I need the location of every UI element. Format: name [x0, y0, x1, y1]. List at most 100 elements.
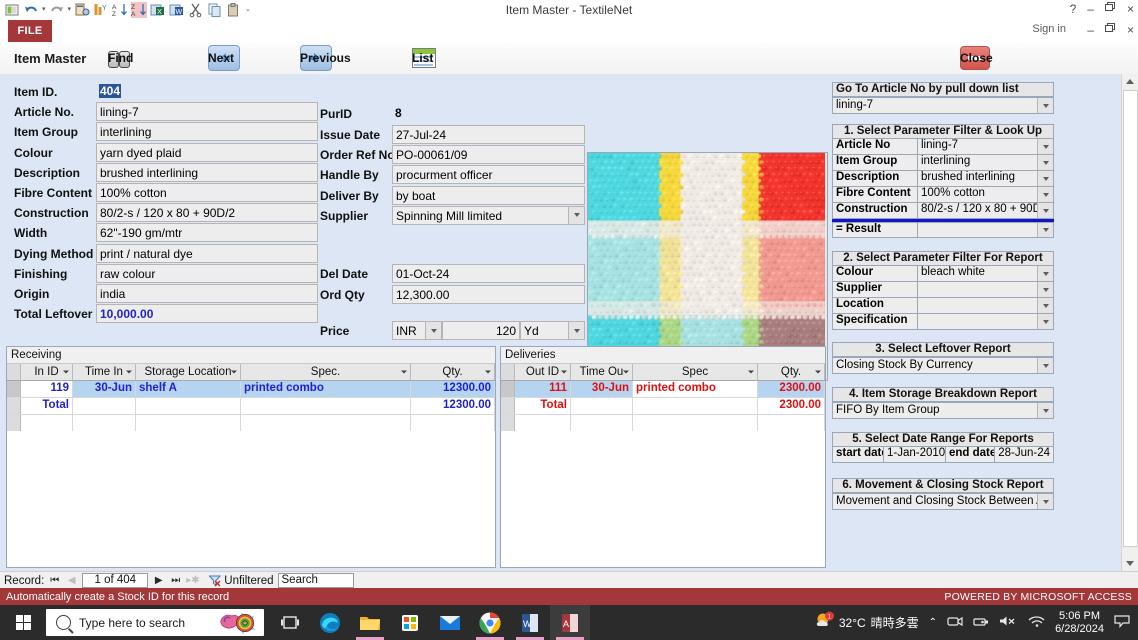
column-header-spec[interactable]: Spec: [633, 364, 758, 380]
field-del-date[interactable]: 01-Oct-24: [392, 264, 585, 283]
cell-storage-location[interactable]: shelf A: [136, 381, 241, 397]
document-close-button[interactable]: ×: [1127, 23, 1134, 37]
cortana-icon[interactable]: [218, 611, 260, 638]
field-article-no[interactable]: lining-7: [96, 102, 318, 121]
file-explorer-icon[interactable]: [350, 605, 390, 640]
list-button[interactable]: List: [412, 42, 436, 74]
form-vertical-scrollbar[interactable]: [1121, 74, 1138, 571]
chevron-down-icon[interactable]: [1037, 282, 1053, 297]
filter-value-location[interactable]: [918, 298, 1054, 314]
camera-icon[interactable]: [947, 614, 963, 631]
mail-icon[interactable]: [430, 605, 470, 640]
new-record-button[interactable]: ▸✱: [186, 575, 199, 586]
close-button[interactable]: ×: [1127, 1, 1134, 17]
previous-record-button[interactable]: ◀: [65, 575, 78, 586]
task-view-icon[interactable]: [270, 605, 310, 640]
help-button[interactable]: ?: [1070, 1, 1077, 17]
cell-time-out[interactable]: 30-Jun: [571, 381, 633, 397]
minimize-button[interactable]: –: [1087, 1, 1094, 17]
column-header-time-in[interactable]: Time In: [73, 364, 136, 380]
start-date-field[interactable]: 1-Jan-2010: [884, 447, 946, 463]
new-row[interactable]: [7, 415, 495, 431]
field-colour[interactable]: yarn dyed plaid: [96, 143, 318, 162]
filter-value-specification[interactable]: [918, 314, 1054, 330]
chevron-down-icon[interactable]: [425, 322, 441, 339]
price-unit-combo[interactable]: Yd: [520, 321, 585, 340]
next-record-button[interactable]: ▶: [152, 575, 165, 586]
cell-qty[interactable]: 2300.00: [758, 381, 825, 397]
volume-muted-icon[interactable]: [999, 614, 1017, 631]
tab-file[interactable]: FILE: [8, 20, 52, 42]
taskbar-clock[interactable]: 5:06 PM 6/28/2024: [1055, 610, 1104, 636]
wifi-icon[interactable]: [1027, 614, 1045, 631]
field-description[interactable]: brushed interlining: [96, 163, 318, 182]
find-button[interactable]: Find: [108, 42, 130, 74]
start-button[interactable]: [0, 605, 46, 640]
new-row[interactable]: [501, 415, 825, 431]
chevron-down-icon[interactable]: [1037, 187, 1053, 202]
weather-widget[interactable]: 1 32°C 晴時多雲: [814, 611, 919, 634]
taskbar-search-box[interactable]: Type here to search: [46, 609, 264, 636]
filter-value-construction[interactable]: 80/2-s / 120 x 80 + 90D/2: [918, 203, 1054, 219]
row-selector[interactable]: [501, 381, 515, 397]
chevron-down-icon[interactable]: [1037, 314, 1053, 329]
chrome-icon[interactable]: [470, 605, 510, 640]
column-header-time-out[interactable]: Time Ou: [571, 364, 633, 380]
field-order-ref-no[interactable]: PO-00061/09: [392, 145, 585, 164]
field-dying-method[interactable]: print / natural dye: [96, 244, 318, 263]
cell-time-in[interactable]: 30-Jun: [73, 381, 136, 397]
chevron-down-icon[interactable]: [1037, 403, 1053, 418]
previous-button[interactable]: Previous: [300, 42, 332, 74]
column-header-in-id[interactable]: In ID: [21, 364, 73, 380]
chevron-down-icon[interactable]: [1037, 494, 1053, 509]
chevron-down-icon[interactable]: [1037, 223, 1053, 237]
chevron-down-icon[interactable]: [1037, 266, 1053, 281]
close-form-button[interactable]: Close: [960, 42, 990, 74]
table-row[interactable]: 111 30-Jun printed combo 2300.00: [501, 381, 825, 398]
filter-value-colour[interactable]: bleach white: [918, 266, 1054, 282]
end-date-field[interactable]: 28-Jun-24: [995, 447, 1054, 463]
table-row[interactable]: 119 30-Jun shelf A printed combo 12300.0…: [7, 381, 495, 398]
leftover-report-combo[interactable]: Closing Stock By Currency: [832, 357, 1054, 374]
document-minimize-button[interactable]: –: [1087, 23, 1094, 37]
scroll-up-button[interactable]: [1122, 74, 1137, 89]
storage-breakdown-combo[interactable]: FIFO By Item Group: [832, 402, 1054, 419]
filter-value-fibre-content[interactable]: 100% cotton: [918, 187, 1054, 203]
column-header-out-id[interactable]: Out ID: [515, 364, 571, 380]
filter-toggle-button[interactable]: Unfiltered: [209, 575, 273, 587]
cell-spec[interactable]: printed combo: [633, 381, 758, 397]
column-header-spec[interactable]: Spec.: [241, 364, 411, 380]
row-selector[interactable]: [501, 415, 515, 431]
chevron-down-icon[interactable]: [1037, 358, 1053, 373]
field-item-id[interactable]: 404: [96, 82, 124, 101]
row-selector[interactable]: [7, 415, 21, 431]
network-icon[interactable]: [973, 614, 989, 631]
field-total-leftover[interactable]: 10,000.00: [96, 304, 318, 323]
field-supplier[interactable]: Spinning Mill limited: [392, 206, 585, 225]
record-position-field[interactable]: 1 of 404: [82, 573, 148, 588]
filter-value-item-group[interactable]: interlining: [918, 155, 1054, 171]
chevron-down-icon[interactable]: [1037, 203, 1053, 218]
field-ord-qty[interactable]: 12,300.00: [392, 285, 585, 304]
field-construction[interactable]: 80/2-s / 120 x 80 + 90D/2: [96, 203, 318, 222]
notifications-icon[interactable]: [1114, 614, 1130, 631]
price-amount-field[interactable]: 120: [442, 321, 520, 340]
cell-spec[interactable]: printed combo: [241, 381, 411, 397]
scrollbar-thumb[interactable]: [1123, 90, 1138, 547]
movement-report-combo[interactable]: Movement and Closing Stock Between A: [832, 493, 1054, 510]
field-handle-by[interactable]: procurment officer: [392, 165, 585, 184]
price-currency-combo[interactable]: INR: [392, 321, 442, 340]
access-icon[interactable]: A: [550, 605, 590, 640]
column-header-storage-location[interactable]: Storage Location: [136, 364, 241, 380]
field-item-group[interactable]: interlining: [96, 122, 318, 141]
chevron-down-icon[interactable]: [1037, 155, 1053, 170]
edge-icon[interactable]: [310, 605, 350, 640]
field-width[interactable]: 62"-190 gm/mtr: [96, 223, 318, 242]
restore-button[interactable]: [1105, 1, 1116, 17]
last-record-button[interactable]: ⏭: [169, 575, 182, 586]
cell-qty[interactable]: 12300.00: [411, 381, 495, 397]
sign-in-link[interactable]: Sign in: [1032, 23, 1066, 35]
store-icon[interactable]: [390, 605, 430, 640]
chevron-down-icon[interactable]: [568, 207, 584, 224]
field-finishing[interactable]: raw colour: [96, 264, 318, 283]
